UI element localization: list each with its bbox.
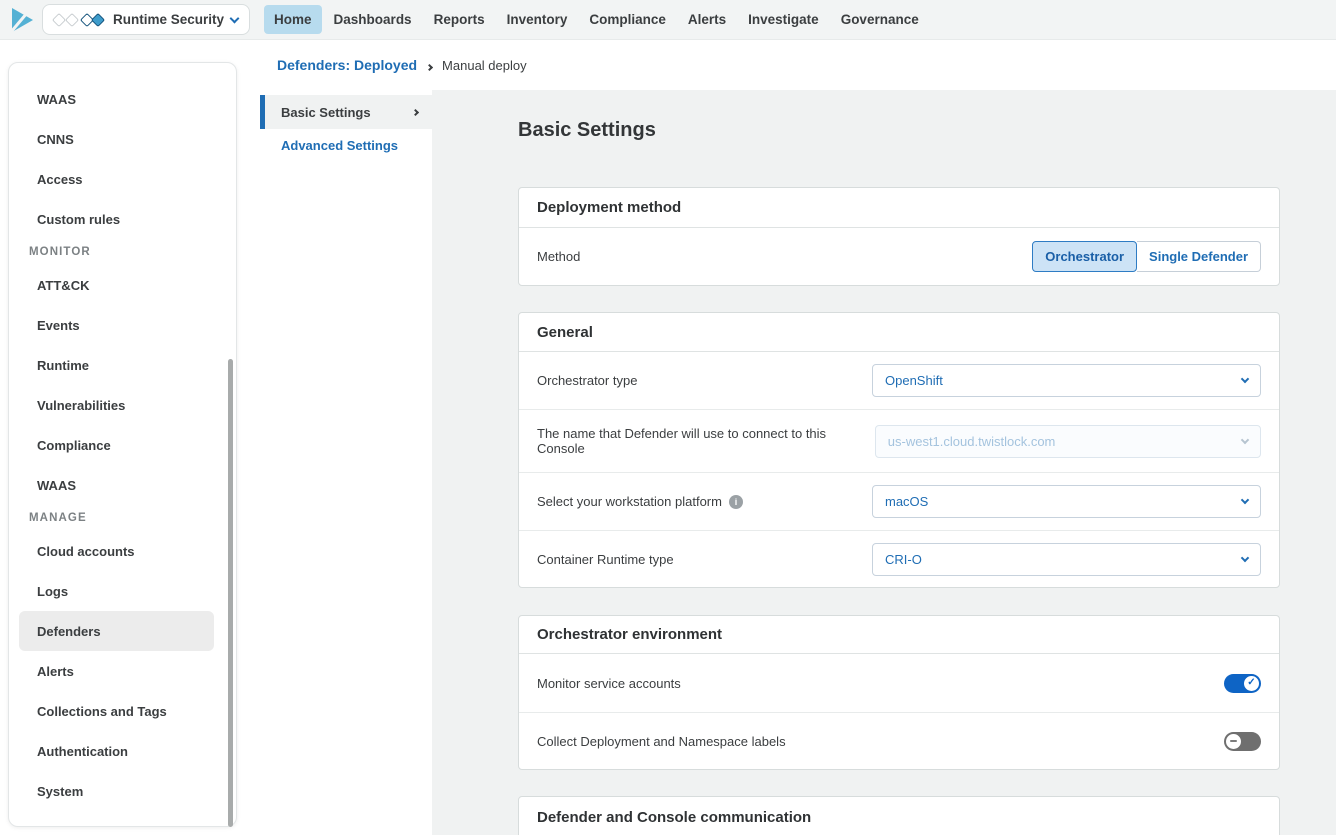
sidebar-item-custom-rules[interactable]: Custom rules [9,199,236,239]
monitor-service-accounts-label: Monitor service accounts [537,676,681,691]
card-title: General [519,313,1279,352]
workstation-platform-value: macOS [885,494,928,509]
console-name-value: us-west1.cloud.twistlock.com [888,434,1056,449]
single-defender-option[interactable]: Single Defender [1137,241,1261,272]
sidebar-item-access[interactable]: Access [9,159,236,199]
sidebar-item-cnns[interactable]: CNNS [9,119,236,159]
nav-item-compliance[interactable]: Compliance [579,5,676,34]
orchestrator-option[interactable]: Orchestrator [1032,241,1137,272]
workstation-platform-label: Select your workstation platform [537,494,743,509]
tab-basic-settings[interactable]: Basic Settings [260,95,432,129]
sidebar-item-events[interactable]: Events [9,305,236,345]
workstation-platform-select[interactable]: macOS [872,485,1261,518]
console-name-label: The name that Defender will use to conne… [537,426,875,456]
breadcrumb-chevron-icon [427,57,432,75]
left-sidebar: WAAS CNNS Access Custom rules MONITOR AT… [8,62,237,827]
container-runtime-value: CRI-O [885,552,922,567]
tab-advanced-settings[interactable]: Advanced Settings [260,129,432,161]
sidebar-item-alerts[interactable]: Alerts [9,651,236,691]
module-diamond-icon [65,12,79,26]
orchestrator-type-value: OpenShift [885,373,943,388]
nav-item-investigate[interactable]: Investigate [738,5,829,34]
toggle-knob-dash-icon [1226,734,1241,749]
info-icon[interactable] [729,495,743,509]
product-switcher[interactable]: Runtime Security [42,4,250,35]
orchestrator-type-label: Orchestrator type [537,373,637,388]
nav-item-inventory[interactable]: Inventory [497,5,578,34]
sidebar-section-monitor: MONITOR [9,239,236,265]
card-title: Defender and Console communication [519,797,1279,835]
sidebar-item-collections-and-tags[interactable]: Collections and Tags [9,691,236,731]
container-runtime-select[interactable]: CRI-O [872,543,1261,576]
module-diamond-icon [91,12,105,26]
chevron-right-icon [412,108,419,115]
console-name-select: us-west1.cloud.twistlock.com [875,425,1261,458]
sidebar-item-cloud-accounts[interactable]: Cloud accounts [9,531,236,571]
sidebar-scrollbar[interactable] [228,359,233,827]
sidebar-item-waas-monitor[interactable]: WAAS [9,465,236,505]
deployment-method-card: Deployment method Method Orchestrator Si… [518,187,1280,286]
sidebar-item-runtime[interactable]: Runtime [9,345,236,385]
breadcrumb-parent-link[interactable]: Defenders: Deployed [277,57,417,73]
sidebar-section-manage: MANAGE [9,505,236,531]
method-segmented-control: Orchestrator Single Defender [1032,241,1261,272]
general-card: General Orchestrator type OpenShift The … [518,312,1280,588]
nav-item-home[interactable]: Home [264,5,322,34]
sidebar-item-defenders[interactable]: Defenders [19,611,214,651]
chevron-down-icon [1241,435,1249,443]
monitor-service-accounts-toggle[interactable] [1224,674,1261,693]
method-label: Method [537,249,580,264]
top-nav: Home Dashboards Reports Inventory Compli… [264,5,929,34]
card-title: Orchestrator environment [519,616,1279,654]
chevron-down-icon [230,13,240,23]
collect-labels-label: Collect Deployment and Namespace labels [537,734,786,749]
chevron-down-icon [1241,553,1249,561]
page-title: Basic Settings [518,118,1336,142]
chevron-down-icon [1241,496,1249,504]
nav-item-alerts[interactable]: Alerts [678,5,736,34]
card-title: Deployment method [519,188,1279,228]
product-switcher-label: Runtime Security [113,12,224,27]
orchestrator-type-select[interactable]: OpenShift [872,364,1261,397]
container-runtime-label: Container Runtime type [537,552,674,567]
sidebar-item-system[interactable]: System [9,771,236,811]
nav-item-reports[interactable]: Reports [424,5,495,34]
module-diamond-icon [52,12,66,26]
top-bar: Runtime Security Home Dashboards Reports… [0,0,1336,40]
collect-labels-toggle[interactable] [1224,732,1261,751]
sidebar-item-waas[interactable]: WAAS [9,79,236,119]
sidebar-item-vulnerabilities[interactable]: Vulnerabilities [9,385,236,425]
toggle-knob-check-icon [1244,676,1259,691]
sidebar-item-attack[interactable]: ATT&CK [9,265,236,305]
nav-item-governance[interactable]: Governance [831,5,929,34]
breadcrumb-current: Manual deploy [442,58,527,73]
nav-item-dashboards[interactable]: Dashboards [324,5,422,34]
settings-subnav: Basic Settings Advanced Settings [260,95,432,161]
sidebar-item-logs[interactable]: Logs [9,571,236,611]
chevron-down-icon [1241,375,1249,383]
main-content: Basic Settings Deployment method Method … [432,90,1336,835]
orchestrator-environment-card: Orchestrator environment Monitor service… [518,615,1280,770]
communication-card: Defender and Console communication [518,796,1280,835]
sidebar-item-authentication[interactable]: Authentication [9,731,236,771]
sidebar-item-compliance[interactable]: Compliance [9,425,236,465]
palo-alto-networks-logo [8,5,36,35]
